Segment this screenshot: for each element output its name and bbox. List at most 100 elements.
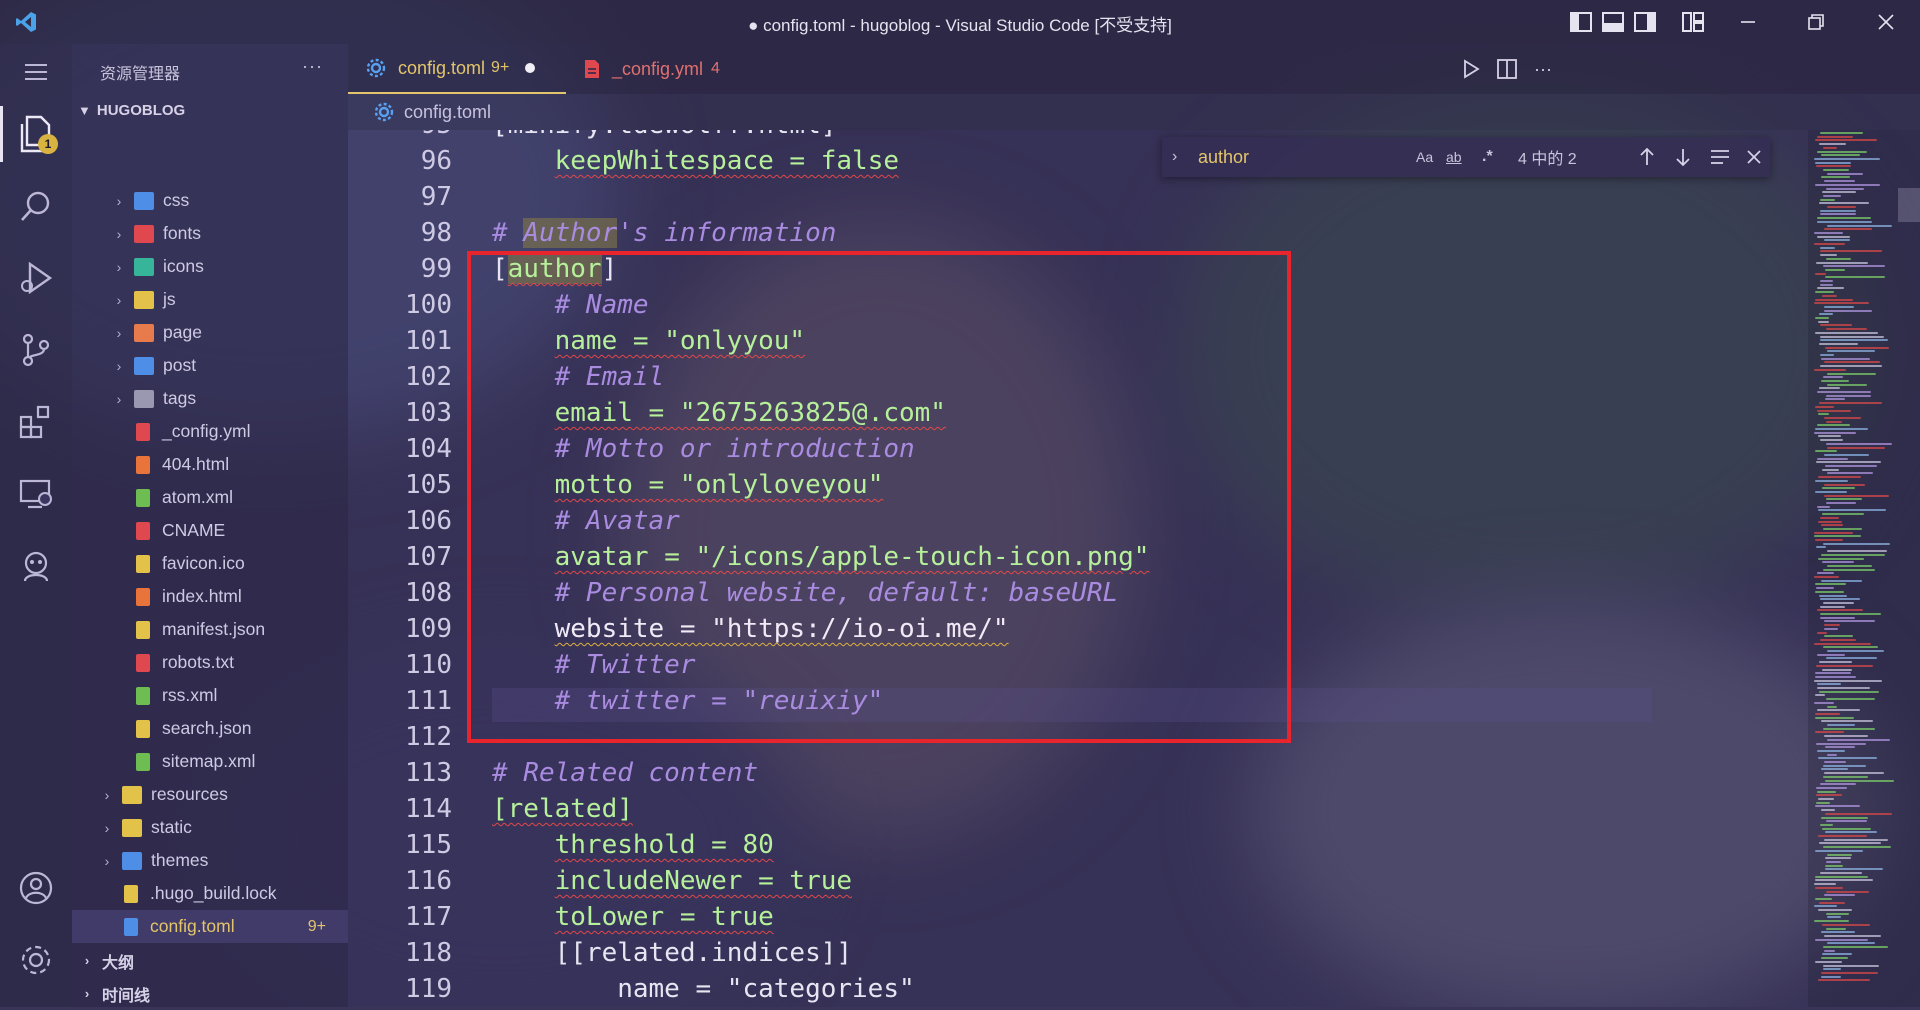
chevron-right-icon: › [116,225,122,242]
regex-toggle[interactable]: .* [1482,148,1493,166]
run-file-icon[interactable] [1458,56,1484,82]
code-line[interactable]: [minify.tdewolff.html] [492,130,836,140]
github-copilot-icon[interactable] [0,538,72,594]
code-line[interactable]: [[related.indices]] [492,938,852,968]
explorer-icon[interactable]: 1 [0,106,72,162]
minimap-line [1815,405,1834,408]
timeline-section[interactable]: › 时间线 [72,977,348,1010]
minimap-line [1826,394,1871,397]
minimap[interactable] [1808,130,1920,1007]
tree-item[interactable]: › tags [72,382,348,415]
minimap-line [1823,527,1862,530]
minimap-line [1814,883,1836,886]
minimize-icon[interactable] [1734,8,1762,36]
tree-item[interactable]: search.json [72,712,348,745]
sidebar-more-button[interactable]: ··· [302,56,323,77]
minimap-line [1824,483,1865,486]
minimap-line [1824,228,1872,231]
code-token: [minify.tdewolff.html] [492,130,836,140]
match-case-toggle[interactable]: Aa [1416,149,1433,165]
tree-item[interactable]: favicon.ico [72,547,348,580]
arrow-down-icon[interactable] [1674,147,1692,167]
code-line[interactable]: [related] [492,794,633,824]
run-debug-icon[interactable] [0,250,72,306]
tree-item[interactable]: › page [72,316,348,349]
customize-layout-icon[interactable] [1680,9,1706,35]
extensions-icon[interactable] [0,394,72,450]
code-line[interactable]: toLower = true [492,902,774,932]
minimap-line [1825,831,1877,834]
code-line[interactable]: # Related content [492,758,758,788]
restore-icon[interactable] [1802,8,1830,36]
vertical-scrollbar[interactable] [1898,188,1920,222]
tree-item[interactable]: 404.html [72,448,348,481]
workspace-root[interactable]: ▼ HUGOBLOG [78,102,185,119]
minimap-line [1815,672,1851,675]
tab-config-toml[interactable]: config.toml 9+ [348,44,566,94]
close-window-icon[interactable] [1872,8,1900,36]
split-editor-icon[interactable] [1494,56,1520,82]
remote-explorer-icon[interactable] [0,466,72,522]
code-line[interactable]: name = "categories" [492,974,914,1004]
tree-item[interactable]: › icons [72,250,348,283]
chevron-right-icon: › [116,291,122,308]
minimap-line [1815,897,1832,900]
breadcrumb-item[interactable]: config.toml [404,102,491,123]
menu-icon[interactable] [0,44,72,100]
unsaved-dot-icon[interactable] [525,63,536,73]
tree-item[interactable]: › fonts [72,217,348,250]
minimap-line [1814,531,1853,534]
minimap-line [1818,835,1867,837]
minimap-line [1825,346,1889,349]
tree-item[interactable]: robots.txt [72,646,348,679]
code-token: keepWhitespace = false [554,146,899,176]
toggle-panel-icon[interactable] [1600,9,1626,35]
more-actions-icon[interactable]: ··· [1530,56,1556,82]
toggle-primary-sidebar-icon[interactable] [1568,9,1594,35]
tree-item[interactable]: .hugo_build.lock [72,877,348,910]
tree-item[interactable]: manifest.json [72,613,348,646]
minimap-line [1815,805,1860,808]
minimap-line [1821,768,1848,771]
source-control-icon[interactable] [0,322,72,378]
tree-item[interactable]: sitemap.xml [72,745,348,778]
toggle-replace-chevron-icon[interactable]: › [1172,148,1177,166]
code-line[interactable]: threshold = 80 [492,830,774,860]
tree-item[interactable]: › resources [72,778,348,811]
code-line[interactable]: includeNewer = true [492,866,852,896]
accounts-icon[interactable] [0,860,72,916]
minimap-line [1821,154,1860,157]
tree-item[interactable]: › css [72,184,348,217]
tree-item[interactable]: rss.xml [72,679,348,712]
toggle-secondary-sidebar-icon[interactable] [1632,9,1658,35]
tree-item[interactable]: index.html [72,580,348,613]
code-line[interactable]: keepWhitespace = false [492,146,899,176]
tree-item[interactable]: atom.xml [72,481,348,514]
tree-item[interactable]: › js [72,283,348,316]
tree-item[interactable]: › themes [72,844,348,877]
tree-item-label: static [151,817,192,837]
minimap-line [1817,235,1850,238]
find-input[interactable]: author [1198,147,1249,168]
minimap-line [1826,502,1856,504]
tree-item[interactable]: CNAME [72,514,348,547]
code-line[interactable]: # Author's information [492,218,836,248]
minimap-line [1818,909,1852,911]
outline-section[interactable]: › 大纲 [72,944,348,977]
tab-config-yml[interactable]: _config.yml 4 [584,44,764,94]
close-find-icon[interactable] [1746,149,1762,165]
tree-item-label: index.html [162,586,242,606]
tree-item[interactable]: _config.yml [72,415,348,448]
tree-item[interactable]: config.toml 9+ [72,910,348,943]
whole-word-toggle[interactable]: ab [1446,149,1462,165]
minimap-line [1827,206,1856,208]
tree-item[interactable]: › static [72,811,348,844]
tree-item-label: sitemap.xml [162,751,256,771]
settings-gear-icon[interactable] [0,932,72,988]
tree-item-label: page [163,322,202,342]
tree-item[interactable]: › post [72,349,348,382]
arrow-up-icon[interactable] [1638,147,1656,167]
find-in-selection-icon[interactable] [1710,149,1730,165]
search-icon[interactable] [0,178,72,234]
minimap-line [1824,309,1872,312]
